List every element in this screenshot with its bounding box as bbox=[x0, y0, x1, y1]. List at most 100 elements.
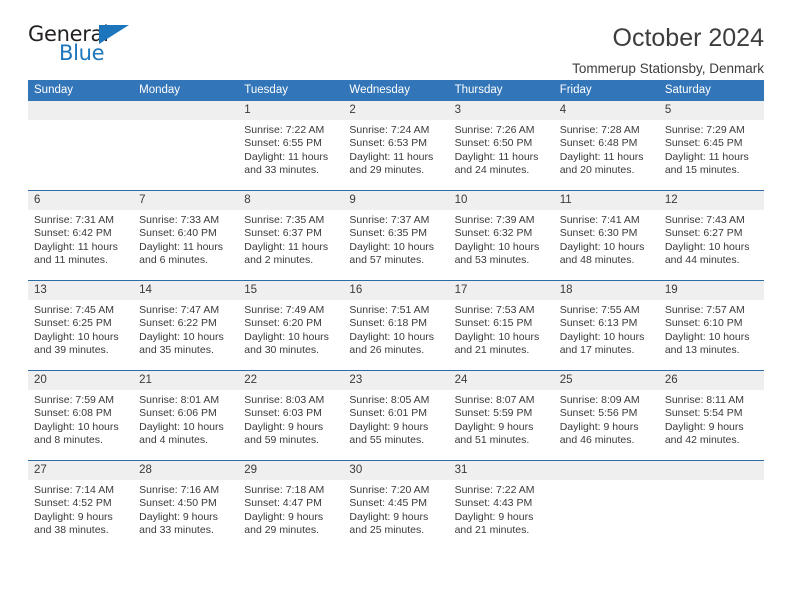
sunset-text: Sunset: 6:40 PM bbox=[139, 227, 217, 240]
day-details: Sunrise: 8:05 AM Sunset: 6:01 PM Daylight:… bbox=[343, 390, 448, 448]
day-cell[interactable]: 28 Sunrise: 7:16 AM Sunset: 4:50 PM Dayligh… bbox=[133, 460, 239, 550]
sunset-text: Sunset: 6:13 PM bbox=[559, 317, 638, 330]
day-number: 13 bbox=[28, 281, 134, 300]
sunrise-text: Sunrise: 7:59 AM bbox=[34, 394, 114, 406]
day-details: Sunrise: 7:31 AM Sunset: 6:42 PM Daylight:… bbox=[28, 210, 133, 268]
day-cell[interactable]: 25 Sunrise: 8:09 AM Sunset: 5:56 PM Dayligh… bbox=[553, 370, 659, 461]
day-cell[interactable]: 11 Sunrise: 7:41 AM Sunset: 6:30 PM Dayligh… bbox=[553, 190, 659, 281]
day-details: Sunrise: 8:09 AM Sunset: 5:56 PM Daylight:… bbox=[554, 390, 659, 448]
day-cell[interactable] bbox=[658, 460, 764, 550]
day-cell[interactable]: 14 Sunrise: 7:47 AM Sunset: 6:22 PM Dayligh… bbox=[133, 280, 239, 371]
daylight-text: Daylight: 9 hours and 38 minutes. bbox=[34, 510, 113, 537]
sunrise-text: Sunrise: 7:28 AM bbox=[559, 124, 640, 136]
day-cell[interactable]: 1 Sunrise: 7:22 AM Sunset: 6:55 PM Daylight… bbox=[238, 101, 344, 191]
day-cell[interactable]: 2 Sunrise: 7:24 AM Sunset: 6:53 PM Daylight… bbox=[343, 101, 449, 191]
sunrise-text: Sunrise: 7:49 AM bbox=[244, 304, 325, 316]
daylight-text: Daylight: 10 hours and 4 minutes. bbox=[139, 420, 224, 447]
day-details: Sunrise: 7:49 AM Sunset: 6:20 PM Daylight:… bbox=[238, 300, 343, 358]
daylight-text: Daylight: 10 hours and 21 minutes. bbox=[454, 330, 540, 357]
day-cell[interactable]: 4 Sunrise: 7:28 AM Sunset: 6:48 PM Daylight… bbox=[553, 101, 659, 191]
week-row: 27 Sunrise: 7:14 AM Sunset: 4:52 PM Dayligh… bbox=[28, 460, 764, 550]
day-cell[interactable]: 16 Sunrise: 7:51 AM Sunset: 6:18 PM Dayligh… bbox=[343, 280, 449, 371]
day-cell[interactable]: 20 Sunrise: 7:59 AM Sunset: 6:08 PM Dayligh… bbox=[28, 370, 134, 461]
week-row: 13 Sunrise: 7:45 AM Sunset: 6:25 PM Dayligh… bbox=[28, 280, 764, 371]
day-details: Sunrise: 8:07 AM Sunset: 5:59 PM Daylight:… bbox=[449, 390, 554, 448]
day-cell[interactable]: 3 Sunrise: 7:26 AM Sunset: 6:50 PM Daylight… bbox=[448, 101, 554, 191]
weekday-header-thursday: Thursday bbox=[448, 80, 554, 101]
day-details bbox=[659, 480, 764, 484]
day-cell[interactable]: 21 Sunrise: 8:01 AM Sunset: 6:06 PM Dayligh… bbox=[133, 370, 239, 461]
day-number: 23 bbox=[343, 371, 449, 390]
daylight-text: Daylight: 11 hours and 2 minutes. bbox=[244, 240, 329, 267]
day-number: 12 bbox=[658, 191, 764, 210]
day-cell[interactable]: 22 Sunrise: 8:03 AM Sunset: 6:03 PM Dayligh… bbox=[238, 370, 344, 461]
day-number: 3 bbox=[448, 101, 554, 120]
weekday-header-saturday: Saturday bbox=[658, 80, 764, 101]
daylight-text: Daylight: 10 hours and 30 minutes. bbox=[244, 330, 329, 357]
calendar-header-row: Sunday Monday Tuesday Wednesday Thursday… bbox=[28, 80, 764, 101]
day-number: 6 bbox=[28, 191, 134, 210]
day-cell[interactable]: 5 Sunrise: 7:29 AM Sunset: 6:45 PM Daylight… bbox=[658, 101, 764, 191]
day-details: Sunrise: 7:14 AM Sunset: 4:52 PM Daylight:… bbox=[28, 480, 133, 538]
day-number: 22 bbox=[238, 371, 344, 390]
day-number bbox=[133, 101, 239, 120]
day-details: Sunrise: 7:28 AM Sunset: 6:48 PM Daylight:… bbox=[554, 120, 659, 178]
sunrise-text: Sunrise: 7:37 AM bbox=[349, 214, 430, 226]
daylight-text: Daylight: 9 hours and 51 minutes. bbox=[454, 420, 534, 447]
sunrise-text: Sunrise: 7:51 AM bbox=[349, 304, 430, 316]
day-details: Sunrise: 7:43 AM Sunset: 6:27 PM Daylight:… bbox=[659, 210, 764, 268]
day-details: Sunrise: 7:55 AM Sunset: 6:13 PM Daylight:… bbox=[554, 300, 659, 358]
day-cell[interactable] bbox=[553, 460, 659, 550]
sunrise-text: Sunrise: 7:53 AM bbox=[454, 304, 535, 316]
day-details: Sunrise: 7:20 AM Sunset: 4:45 PM Daylight:… bbox=[343, 480, 448, 538]
day-cell[interactable]: 19 Sunrise: 7:57 AM Sunset: 6:10 PM Dayligh… bbox=[658, 280, 764, 371]
day-cell[interactable]: 12 Sunrise: 7:43 AM Sunset: 6:27 PM Dayligh… bbox=[658, 190, 764, 281]
day-cell[interactable]: 13 Sunrise: 7:45 AM Sunset: 6:25 PM Dayligh… bbox=[28, 280, 134, 371]
sunset-text: Sunset: 6:35 PM bbox=[349, 227, 428, 240]
day-cell[interactable]: 30 Sunrise: 7:20 AM Sunset: 4:45 PM Dayligh… bbox=[343, 460, 449, 550]
general-blue-logo[interactable]: General Blue bbox=[28, 22, 140, 70]
page-subtitle: Tommerup Stationsby, Denmark bbox=[572, 60, 764, 76]
day-cell[interactable]: 26 Sunrise: 8:11 AM Sunset: 5:54 PM Dayligh… bbox=[658, 370, 764, 461]
sunset-text: Sunset: 6:25 PM bbox=[34, 317, 112, 330]
sunset-text: Sunset: 6:20 PM bbox=[244, 317, 322, 330]
day-number: 29 bbox=[238, 461, 344, 480]
sunset-text: Sunset: 6:01 PM bbox=[349, 407, 428, 420]
sunrise-text: Sunrise: 7:47 AM bbox=[139, 304, 220, 316]
sunset-text: Sunset: 6:08 PM bbox=[34, 407, 112, 420]
day-cell[interactable] bbox=[28, 101, 134, 191]
day-details: Sunrise: 7:39 AM Sunset: 6:32 PM Daylight:… bbox=[449, 210, 554, 268]
day-cell[interactable]: 24 Sunrise: 8:07 AM Sunset: 5:59 PM Dayligh… bbox=[448, 370, 554, 461]
sunrise-text: Sunrise: 7:24 AM bbox=[349, 124, 430, 136]
day-number: 21 bbox=[133, 371, 239, 390]
day-cell[interactable]: 27 Sunrise: 7:14 AM Sunset: 4:52 PM Dayligh… bbox=[28, 460, 134, 550]
sunrise-text: Sunrise: 8:11 AM bbox=[664, 394, 745, 406]
sunset-text: Sunset: 6:37 PM bbox=[244, 227, 322, 240]
day-cell[interactable]: 29 Sunrise: 7:18 AM Sunset: 4:47 PM Dayligh… bbox=[238, 460, 344, 550]
sunset-text: Sunset: 6:18 PM bbox=[349, 317, 428, 330]
day-cell[interactable]: 7 Sunrise: 7:33 AM Sunset: 6:40 PM Daylight… bbox=[133, 190, 239, 281]
day-cell[interactable]: 23 Sunrise: 8:05 AM Sunset: 6:01 PM Dayligh… bbox=[343, 370, 449, 461]
day-cell[interactable]: 31 Sunrise: 7:22 AM Sunset: 4:43 PM Dayligh… bbox=[448, 460, 554, 550]
sunset-text: Sunset: 6:10 PM bbox=[664, 317, 743, 330]
sunset-text: Sunset: 6:50 PM bbox=[454, 137, 533, 150]
day-details: Sunrise: 7:29 AM Sunset: 6:45 PM Daylight:… bbox=[659, 120, 764, 178]
day-cell[interactable]: 9 Sunrise: 7:37 AM Sunset: 6:35 PM Daylight… bbox=[343, 190, 449, 281]
day-cell[interactable]: 15 Sunrise: 7:49 AM Sunset: 6:20 PM Dayligh… bbox=[238, 280, 344, 371]
daylight-text: Daylight: 9 hours and 21 minutes. bbox=[454, 510, 534, 537]
day-cell[interactable]: 18 Sunrise: 7:55 AM Sunset: 6:13 PM Dayligh… bbox=[553, 280, 659, 371]
day-cell[interactable]: 10 Sunrise: 7:39 AM Sunset: 6:32 PM Dayligh… bbox=[448, 190, 554, 281]
day-cell[interactable]: 17 Sunrise: 7:53 AM Sunset: 6:15 PM Dayligh… bbox=[448, 280, 554, 371]
page-header: General Blue October 2024 Tommerup Stati… bbox=[28, 0, 764, 76]
sunset-text: Sunset: 4:43 PM bbox=[454, 497, 533, 510]
day-cell[interactable]: 6 Sunrise: 7:31 AM Sunset: 6:42 PM Daylight… bbox=[28, 190, 134, 281]
sunrise-text: Sunrise: 8:05 AM bbox=[349, 394, 430, 406]
day-cell[interactable] bbox=[133, 101, 239, 191]
day-number: 19 bbox=[658, 281, 764, 300]
day-number: 15 bbox=[238, 281, 344, 300]
day-cell[interactable]: 8 Sunrise: 7:35 AM Sunset: 6:37 PM Daylight… bbox=[238, 190, 344, 281]
sunset-text: Sunset: 4:50 PM bbox=[139, 497, 217, 510]
day-number: 25 bbox=[553, 371, 659, 390]
sunset-text: Sunset: 6:45 PM bbox=[664, 137, 743, 150]
sunset-text: Sunset: 6:55 PM bbox=[244, 137, 322, 150]
